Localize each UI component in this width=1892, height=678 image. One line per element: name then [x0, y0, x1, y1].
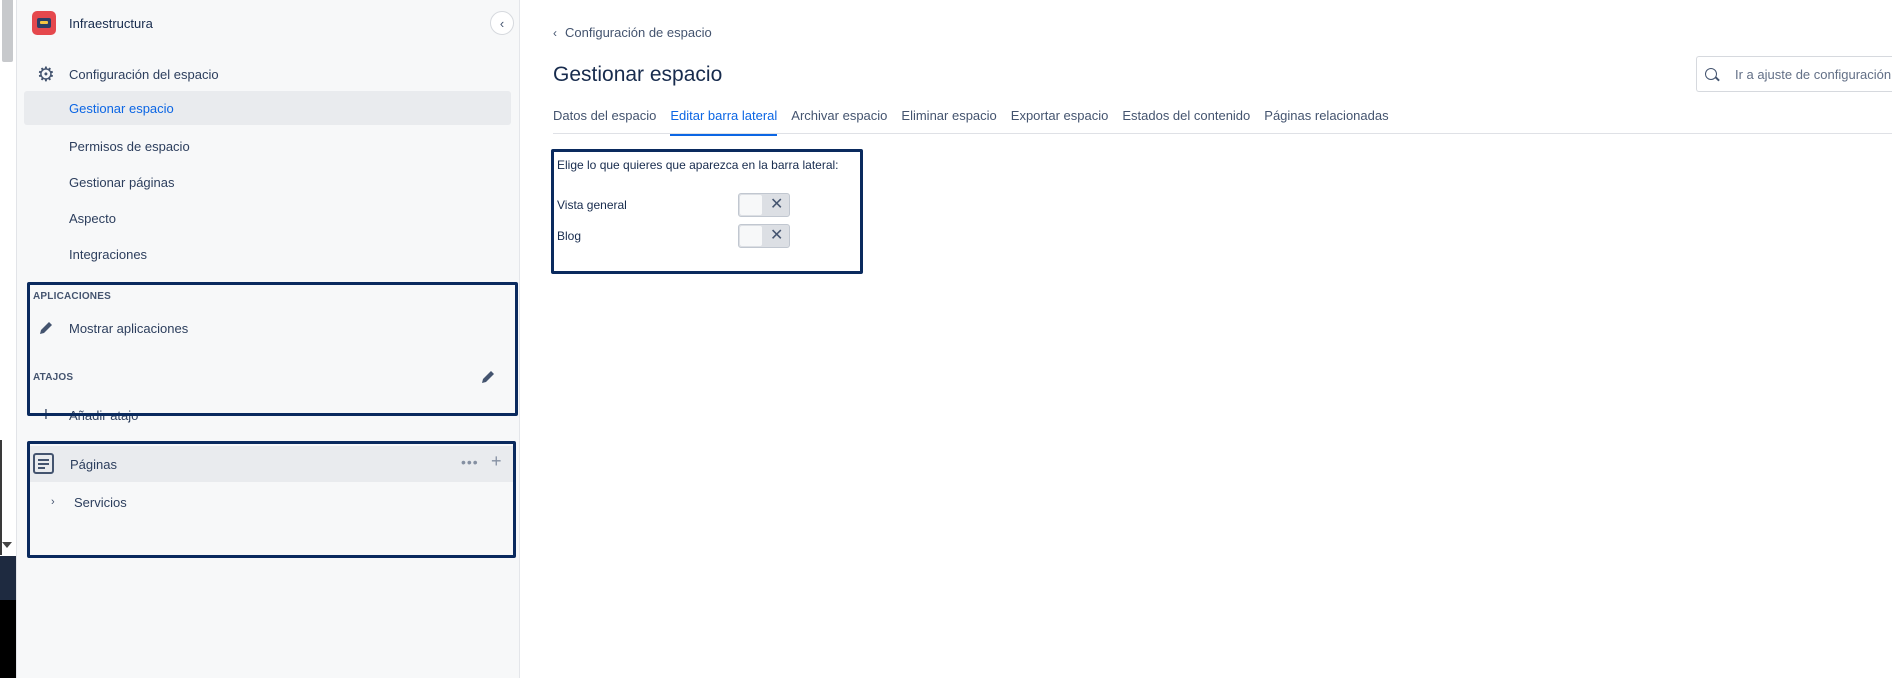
tab-archive-space[interactable]: Archivar espacio — [791, 108, 887, 134]
settings-tabs: Datos del espacio Editar barra lateral A… — [553, 108, 1403, 136]
panel-intro-text: Elige lo que quieres que aparezca en la … — [557, 158, 839, 172]
page-title: Gestionar espacio — [553, 63, 723, 86]
search-input[interactable] — [1735, 66, 1892, 82]
space-header[interactable]: Infraestructura — [32, 10, 153, 36]
sidebar-item-label: Aspecto — [69, 210, 116, 226]
sidebar-item-space-permissions[interactable]: Permisos de espacio — [24, 129, 511, 163]
edge-divider — [0, 440, 2, 555]
sidebar-item-label: Gestionar páginas — [69, 174, 175, 190]
tabs-divider — [553, 133, 1892, 134]
edit-sidebar-panel: Elige lo que quieres que aparezca en la … — [551, 149, 863, 274]
settings-search[interactable] — [1696, 56, 1892, 92]
breadcrumb[interactable]: ‹ Configuración de espacio — [553, 25, 712, 40]
scrollbar-thumb[interactable] — [2, 0, 13, 62]
tab-edit-sidebar[interactable]: Editar barra lateral — [670, 108, 777, 136]
main-content: ‹ Configuración de espacio Gestionar esp… — [521, 0, 1892, 678]
taskbar-fragment-top — [0, 556, 16, 600]
sidebar-item-label: Gestionar espacio — [69, 100, 174, 116]
sidebar-item-label: Permisos de espacio — [69, 138, 190, 154]
tab-delete-space[interactable]: Eliminar espacio — [901, 108, 996, 134]
sidebar-item-space-settings[interactable]: ⚙ Configuración del espacio — [24, 57, 511, 91]
option-row-overview: Vista general ✕ — [557, 193, 847, 217]
tab-export-space[interactable]: Exportar espacio — [1011, 108, 1109, 134]
overview-toggle[interactable]: ✕ — [738, 193, 790, 217]
tab-content-states[interactable]: Estados del contenido — [1122, 108, 1250, 134]
collapse-sidebar-button[interactable]: ‹ — [490, 11, 514, 35]
sidebar-item-integrations[interactable]: Integraciones — [24, 237, 511, 271]
sidebar-item-label: Configuración del espacio — [69, 66, 219, 82]
chevron-left-icon: ‹ — [553, 25, 557, 40]
highlight-pages — [27, 441, 516, 558]
sidebar-item-manage-space[interactable]: Gestionar espacio — [24, 91, 511, 125]
scroll-down-arrow-icon[interactable] — [2, 542, 12, 548]
chevron-left-icon: ‹ — [499, 15, 505, 31]
blog-toggle[interactable]: ✕ — [738, 224, 790, 248]
toggle-knob — [740, 226, 762, 246]
sidebar-item-manage-pages[interactable]: Gestionar páginas — [24, 165, 511, 199]
sidebar-item-label: Integraciones — [69, 246, 148, 262]
search-icon — [1705, 68, 1717, 80]
toggle-knob — [740, 195, 762, 215]
option-label: Blog — [557, 229, 582, 243]
breadcrumb-link[interactable]: Configuración de espacio — [565, 25, 712, 40]
close-icon: ✕ — [770, 196, 784, 213]
sidebar-item-appearance[interactable]: Aspecto — [24, 201, 511, 235]
space-sidebar: Infraestructura ⚙ Configuración del espa… — [17, 0, 520, 678]
gear-icon: ⚙ — [37, 63, 55, 86]
tab-related-pages[interactable]: Páginas relacionadas — [1264, 108, 1388, 134]
tab-space-details[interactable]: Datos del espacio — [553, 108, 656, 134]
option-label: Vista general — [557, 198, 627, 212]
highlight-apps-shortcuts — [27, 282, 518, 416]
close-icon: ✕ — [770, 227, 784, 244]
space-logo-icon — [32, 11, 56, 35]
option-row-blog: Blog ✕ — [557, 224, 847, 248]
space-name: Infraestructura — [69, 15, 153, 31]
